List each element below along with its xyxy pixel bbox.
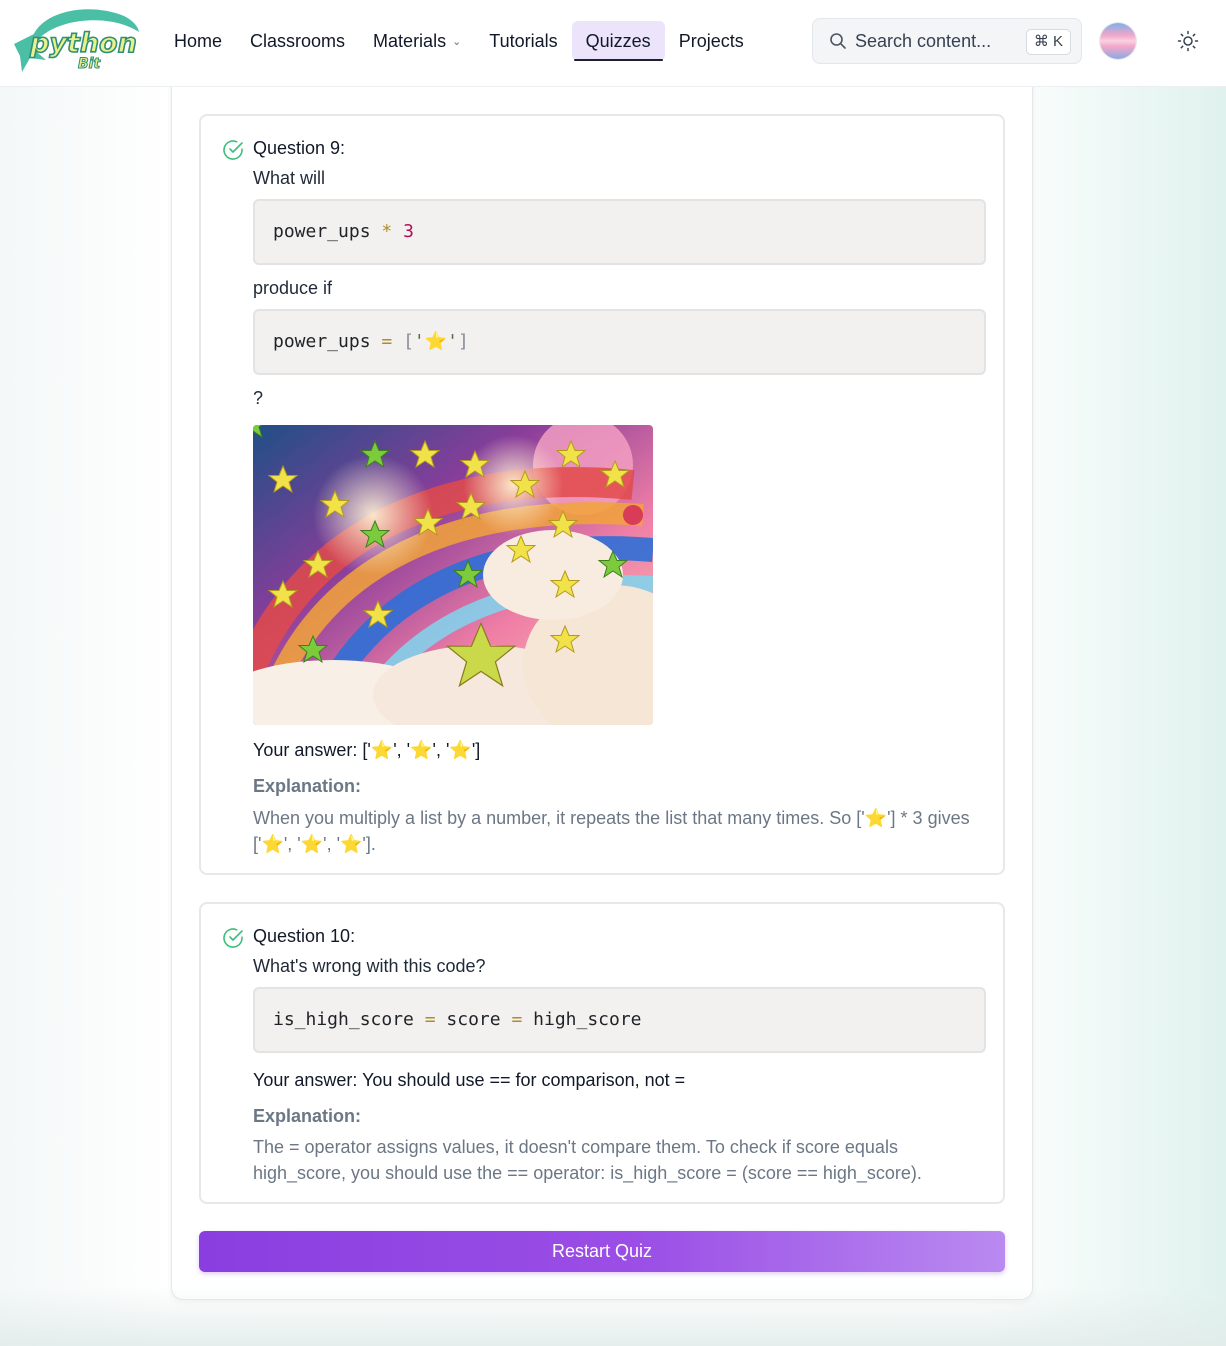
question-title: Question 10: (253, 926, 356, 946)
check-circle-icon (223, 928, 243, 948)
nav-quizzes[interactable]: Quizzes (571, 21, 665, 61)
search-placeholder: Search content... (855, 30, 992, 51)
nav-projects[interactable]: Projects (665, 21, 758, 61)
nav-tutorials[interactable]: Tutorials (475, 21, 571, 61)
code-operator: = (511, 1009, 523, 1030)
top-navbar: python Bit Home Classrooms Materials ⌄ Tu… (0, 0, 1226, 87)
logo-sub: Bit (78, 56, 101, 72)
your-answer: Your answer: ['⭐', '⭐', '⭐'] (253, 740, 481, 760)
search-box[interactable]: Search content... ⌘ K (812, 18, 1082, 64)
sun-icon[interactable] (1176, 29, 1200, 53)
code-identifier: power_ups (273, 331, 371, 352)
code-block: is_high_score = score = high_score (253, 987, 986, 1053)
code-operator: = (424, 1009, 436, 1030)
question-prompt: What's wrong with this code? (253, 956, 486, 976)
question-card-10: Question 10: What's wrong with this code… (199, 902, 1005, 1204)
stars-rainbow-illustration (253, 425, 653, 725)
code-identifier: is_high_score (273, 1009, 414, 1030)
nav-home[interactable]: Home (160, 21, 236, 61)
nav-materials-label: Materials (373, 31, 447, 51)
question-title: Question 9: (253, 138, 346, 158)
explanation-text: When you multiply a list by a number, it… (253, 808, 970, 854)
code-identifier: high_score (533, 1009, 642, 1030)
your-answer: Your answer: You should use == for compa… (253, 1070, 686, 1090)
question-prompt-end: ? (253, 388, 264, 408)
code-number: 3 (403, 221, 414, 242)
check-circle-icon (223, 140, 243, 160)
question-card-9: Question 9: What will power_ups * 3 prod… (199, 114, 1005, 875)
explanation-label: Explanation: (253, 1106, 362, 1126)
logo-word: python (29, 28, 137, 59)
chevron-down-icon: ⌄ (452, 36, 462, 49)
search-icon (830, 33, 846, 49)
explanation-text: The = operator assigns values, it doesn'… (253, 1137, 922, 1183)
code-identifier: score (446, 1009, 501, 1030)
code-block: power_ups * 3 (253, 199, 986, 265)
nav-classrooms[interactable]: Classrooms (236, 21, 359, 61)
code-identifier: power_ups (273, 221, 371, 242)
code-operator: = (381, 331, 393, 352)
search-shortcut-badge: ⌘ K (1025, 29, 1071, 55)
restart-quiz-button[interactable]: Restart Quiz (199, 1231, 1005, 1272)
question-prompt-middle: produce if (253, 278, 333, 298)
code-block: power_ups = ['⭐'] (253, 309, 986, 375)
user-avatar[interactable] (1100, 23, 1136, 59)
explanation-label: Explanation: (253, 776, 362, 796)
code-bracket-close: ] (458, 331, 469, 352)
python-bit-logo[interactable]: python Bit (12, 4, 140, 74)
nav-materials[interactable]: Materials ⌄ (359, 21, 475, 61)
question-prompt: What will (253, 168, 326, 188)
code-string: '⭐' (413, 331, 459, 352)
code-bracket-open: [ (403, 331, 414, 352)
code-operator: * (381, 221, 393, 242)
main-nav: Home Classrooms Materials ⌄ Tutorials Qui… (160, 21, 758, 61)
